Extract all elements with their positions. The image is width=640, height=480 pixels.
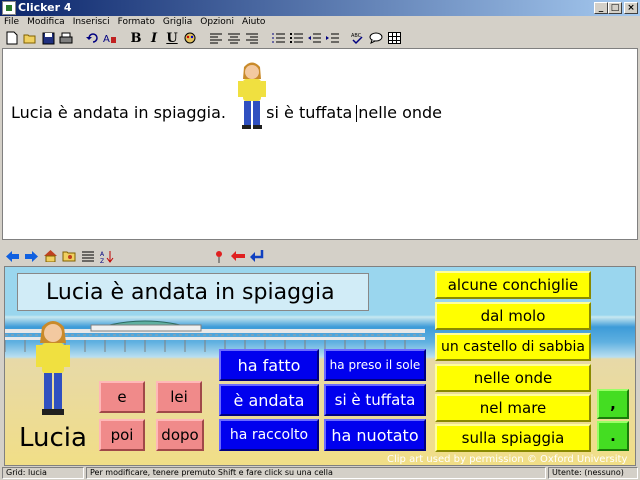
indent-icon[interactable] [324, 30, 340, 46]
menu-inserisci[interactable]: Inserisci [73, 16, 110, 28]
sentence-cell[interactable]: Lucia è andata in spiaggia [17, 273, 369, 311]
girl-picture [238, 62, 266, 129]
status-grid: Grid: lucia [2, 467, 84, 479]
cell-ha-raccolto[interactable]: ha raccolto [219, 419, 319, 451]
menu-bar: File Modifica Inserisci Formato Griglia … [0, 16, 640, 28]
cell-dal-molo[interactable]: dal molo [435, 302, 591, 330]
print-icon[interactable] [58, 30, 74, 46]
sort-icon[interactable]: AZ [99, 248, 115, 264]
cell-comma[interactable]: , [597, 389, 629, 419]
grid-icon[interactable] [386, 30, 402, 46]
align-right-icon[interactable] [244, 30, 260, 46]
back-arrow-icon[interactable] [4, 248, 20, 264]
svg-text:A: A [100, 251, 105, 258]
menu-modifica[interactable]: Modifica [27, 16, 65, 28]
red-arrow-icon[interactable] [230, 248, 246, 264]
menu-opzioni[interactable]: Opzioni [200, 16, 234, 28]
cell-sulla-spiaggia[interactable]: sulla spiaggia [435, 424, 591, 452]
doc-sentence-2: si è tuffata [266, 103, 353, 122]
status-user: Utente: (nessuno) [548, 467, 638, 479]
cell-alcune-conchiglie[interactable]: alcune conchiglie [435, 271, 591, 299]
close-button[interactable]: × [624, 2, 638, 14]
cell-period[interactable]: . [597, 421, 629, 451]
doc-sentence-3: nelle onde [358, 103, 443, 122]
enter-icon[interactable] [249, 248, 265, 264]
cell-lei[interactable]: lei [156, 381, 202, 413]
doc-sentence-1: Lucia è andata in spiaggia. [11, 103, 226, 122]
new-icon[interactable] [4, 30, 20, 46]
cell-nelle-onde[interactable]: nelle onde [435, 364, 591, 392]
folder-icon[interactable] [61, 248, 77, 264]
clicker-grid: Lucia è andata in spiaggia Lucia e lei p… [4, 266, 636, 466]
app-icon[interactable] [2, 1, 16, 15]
open-icon[interactable] [22, 30, 38, 46]
pin-icon[interactable] [211, 248, 227, 264]
cell-nel-mare[interactable]: nel mare [435, 394, 591, 422]
svg-text:Z: Z [100, 258, 104, 263]
menu-formato[interactable]: Formato [118, 16, 155, 28]
cell-e-andata[interactable]: è andata [219, 384, 319, 416]
bullet-list-icon[interactable] [288, 30, 304, 46]
spellcheck-icon[interactable]: ABC [350, 30, 366, 46]
align-center-icon[interactable] [226, 30, 242, 46]
svg-text:A: A [103, 34, 110, 45]
save-icon[interactable] [40, 30, 56, 46]
maximize-button[interactable]: □ [608, 2, 622, 14]
minimize-button[interactable]: _ [594, 2, 608, 14]
girl-picture-grid [36, 321, 70, 415]
home-icon[interactable] [42, 248, 58, 264]
outdent-icon[interactable] [306, 30, 322, 46]
forward-arrow-icon[interactable] [23, 248, 39, 264]
numbered-list-icon[interactable] [270, 30, 286, 46]
menu-file[interactable]: File [4, 16, 19, 28]
toolbar: A B I U ABC [0, 28, 640, 48]
grid-toolbar: AZ [0, 246, 640, 266]
cell-un-castello-di-sabbia[interactable]: un castello di sabbia [435, 333, 591, 361]
window-title: Clicker 4 [18, 1, 72, 14]
spell-color-icon[interactable]: A [102, 30, 118, 46]
comment-icon[interactable] [368, 30, 384, 46]
color-icon[interactable] [182, 30, 198, 46]
subject-cell-lucia[interactable]: Lucia [19, 423, 87, 453]
cell-e[interactable]: e [99, 381, 145, 413]
status-bar: Grid: lucia Per modificare, tenere premu… [0, 467, 640, 480]
cell-poi[interactable]: poi [99, 419, 145, 451]
menu-aiuto[interactable]: Aiuto [242, 16, 265, 28]
cell-si-e-tuffata[interactable]: si è tuffata [324, 384, 426, 416]
document-area[interactable]: Lucia è andata in spiaggia. si è tuffata… [2, 48, 638, 240]
status-hint: Per modificare, tenere premuto Shift e f… [86, 467, 546, 479]
cell-dopo[interactable]: dopo [156, 419, 204, 451]
list-icon[interactable] [80, 248, 96, 264]
document-text: Lucia è andata in spiaggia. si è tuffata… [11, 103, 442, 122]
title-bar: Clicker 4 [0, 0, 640, 16]
cell-ha-fatto[interactable]: ha fatto [219, 349, 319, 381]
cell-ha-preso-il-sole[interactable]: ha preso il sole [324, 349, 426, 381]
italic-icon[interactable]: I [146, 30, 162, 46]
cell-ha-nuotato[interactable]: ha nuotato [324, 419, 426, 451]
menu-griglia[interactable]: Griglia [163, 16, 192, 28]
credit-text: Clip art used by permission © Oxford Uni… [387, 454, 628, 465]
undo-icon[interactable] [84, 30, 100, 46]
sentence-text: Lucia è andata in spiaggia [46, 279, 335, 305]
bold-icon[interactable]: B [128, 30, 144, 46]
align-left-icon[interactable] [208, 30, 224, 46]
underline-icon[interactable]: U [164, 30, 180, 46]
